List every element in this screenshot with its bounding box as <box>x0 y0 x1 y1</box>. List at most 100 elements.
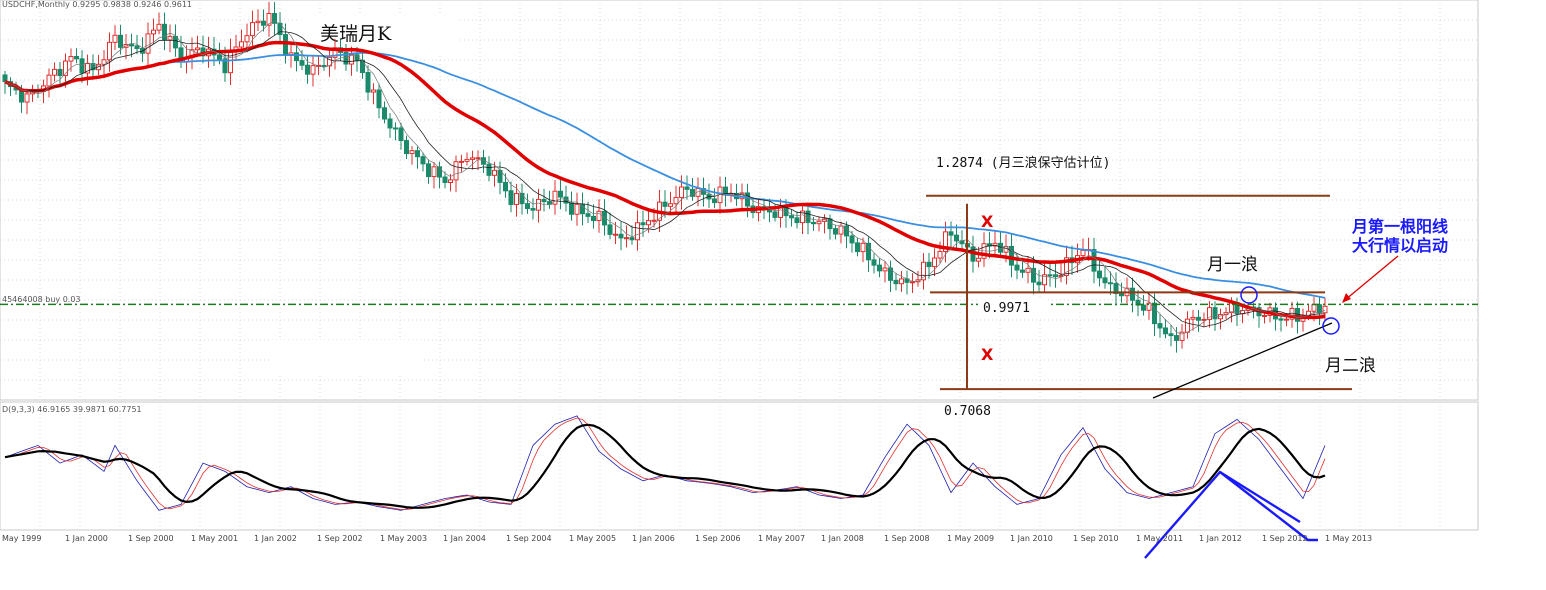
candle-body <box>525 203 530 210</box>
candle-body <box>673 196 679 205</box>
x-tick-label: 1 Jan 2008 <box>821 534 864 543</box>
candle-body <box>910 281 915 284</box>
candle-body <box>1047 274 1053 277</box>
candle-body <box>607 224 613 235</box>
level-label-0-9971: 0.9971 <box>983 301 1030 316</box>
wave2-label: 月二浪 <box>1325 356 1376 376</box>
candle-body <box>679 186 684 198</box>
candle-body <box>299 60 305 66</box>
x-tick-label: 1 Sep 2006 <box>695 534 741 543</box>
candle-body <box>816 220 822 225</box>
candle-body <box>57 68 63 77</box>
candle-body <box>129 44 134 47</box>
candle-body <box>877 264 882 272</box>
x-axis-ticks: May 1999 1 Jan 2000 1 Sep 2000 1 May 2001 1 … <box>2 534 1372 543</box>
candle-body <box>668 203 673 207</box>
candle-body <box>101 59 107 65</box>
candle-body <box>1168 333 1174 337</box>
candle-body <box>1262 314 1267 317</box>
candle-body <box>514 192 519 206</box>
candle-body <box>365 72 371 93</box>
candle-body <box>855 242 860 253</box>
usdchf-monthly-chart: USDCHF,Monthly 0.9295 0.9838 0.9246 0.96… <box>0 0 1479 559</box>
candle-body <box>228 50 233 74</box>
candle-body <box>1322 305 1328 314</box>
x-tick-label: 1 Sep 2012 <box>1262 534 1308 543</box>
candle-body <box>387 118 393 129</box>
x-tick-label: 1 Sep 2010 <box>1073 534 1119 543</box>
candle-body <box>492 169 497 176</box>
level-label-1-2874: 1.2874 (月三浪保守估计位) <box>936 156 1110 171</box>
candle-body <box>794 217 800 224</box>
candle-body <box>844 225 849 237</box>
candle-body <box>893 279 899 285</box>
candle-body <box>849 235 855 244</box>
candle-body <box>134 45 140 49</box>
candle-body <box>52 68 57 76</box>
candle-body <box>250 22 255 37</box>
candle-body <box>976 257 981 262</box>
candle-body <box>948 231 954 236</box>
x-tick-label: 1 May 2009 <box>947 534 994 543</box>
candle-body <box>1278 318 1284 321</box>
candle-body <box>470 157 475 160</box>
candle-body <box>871 259 877 266</box>
candle-body <box>156 23 162 31</box>
candle-body <box>1185 318 1190 333</box>
candle-body <box>1284 318 1289 321</box>
candle-body <box>1157 323 1163 329</box>
candle-body <box>1190 316 1196 320</box>
candle-body <box>360 59 365 74</box>
candle-body <box>1031 267 1036 283</box>
candle-body <box>1130 287 1135 301</box>
candle-body <box>1218 314 1223 320</box>
candle-body <box>1295 307 1300 322</box>
candle-body <box>294 52 299 62</box>
x-tick-label: 1 Jan 2000 <box>65 534 108 543</box>
candle-body <box>145 33 151 54</box>
x-tick-label: 1 Jan 2010 <box>1010 534 1053 543</box>
candle-body <box>107 41 112 61</box>
candle-body <box>459 160 464 163</box>
candle-body <box>409 150 415 155</box>
candle-body <box>167 35 173 41</box>
candle-body <box>618 233 624 239</box>
candle-body <box>255 20 261 24</box>
candle-body <box>173 35 178 49</box>
candle-body <box>536 198 541 211</box>
candle-body <box>486 163 492 176</box>
candle-body <box>195 47 200 51</box>
candle-body <box>1108 282 1113 285</box>
candle-body <box>283 34 288 56</box>
candle-body <box>46 74 52 87</box>
candle-body <box>1053 274 1058 278</box>
candle-body <box>651 219 657 222</box>
candle-body <box>217 54 222 60</box>
candle-body <box>646 220 651 226</box>
candle-body <box>541 198 547 203</box>
candle-body <box>558 190 563 198</box>
candle-body <box>1091 249 1097 272</box>
stochastic-header: D(9,3,3) 46.9165 39.9871 60.7751 <box>2 405 142 414</box>
blank-box <box>272 340 424 373</box>
candle-body <box>239 41 244 48</box>
candle-body <box>453 161 459 181</box>
candle-body <box>1014 264 1020 271</box>
chart-title: 美瑞月K <box>320 23 392 45</box>
candle-body <box>745 192 750 207</box>
x-tick-label: 1 Jan 2002 <box>254 534 297 543</box>
candle-body <box>1097 270 1102 279</box>
x-tick-label: 1 May 2011 <box>1136 534 1183 543</box>
x-tick-label: 1 May 2003 <box>380 534 427 543</box>
candle-body <box>1102 277 1108 284</box>
candle-body <box>162 23 167 41</box>
x-tick-label: 1 May 2013 <box>1325 534 1372 543</box>
candle-body <box>1141 304 1146 311</box>
x-tick-label: 1 Sep 2000 <box>128 534 174 543</box>
candle-body <box>932 257 937 268</box>
stochastic-panel <box>0 401 1479 531</box>
candle-body <box>426 163 431 178</box>
candle-body <box>475 157 481 160</box>
candle-body <box>68 56 74 62</box>
candle-body <box>1311 304 1317 312</box>
